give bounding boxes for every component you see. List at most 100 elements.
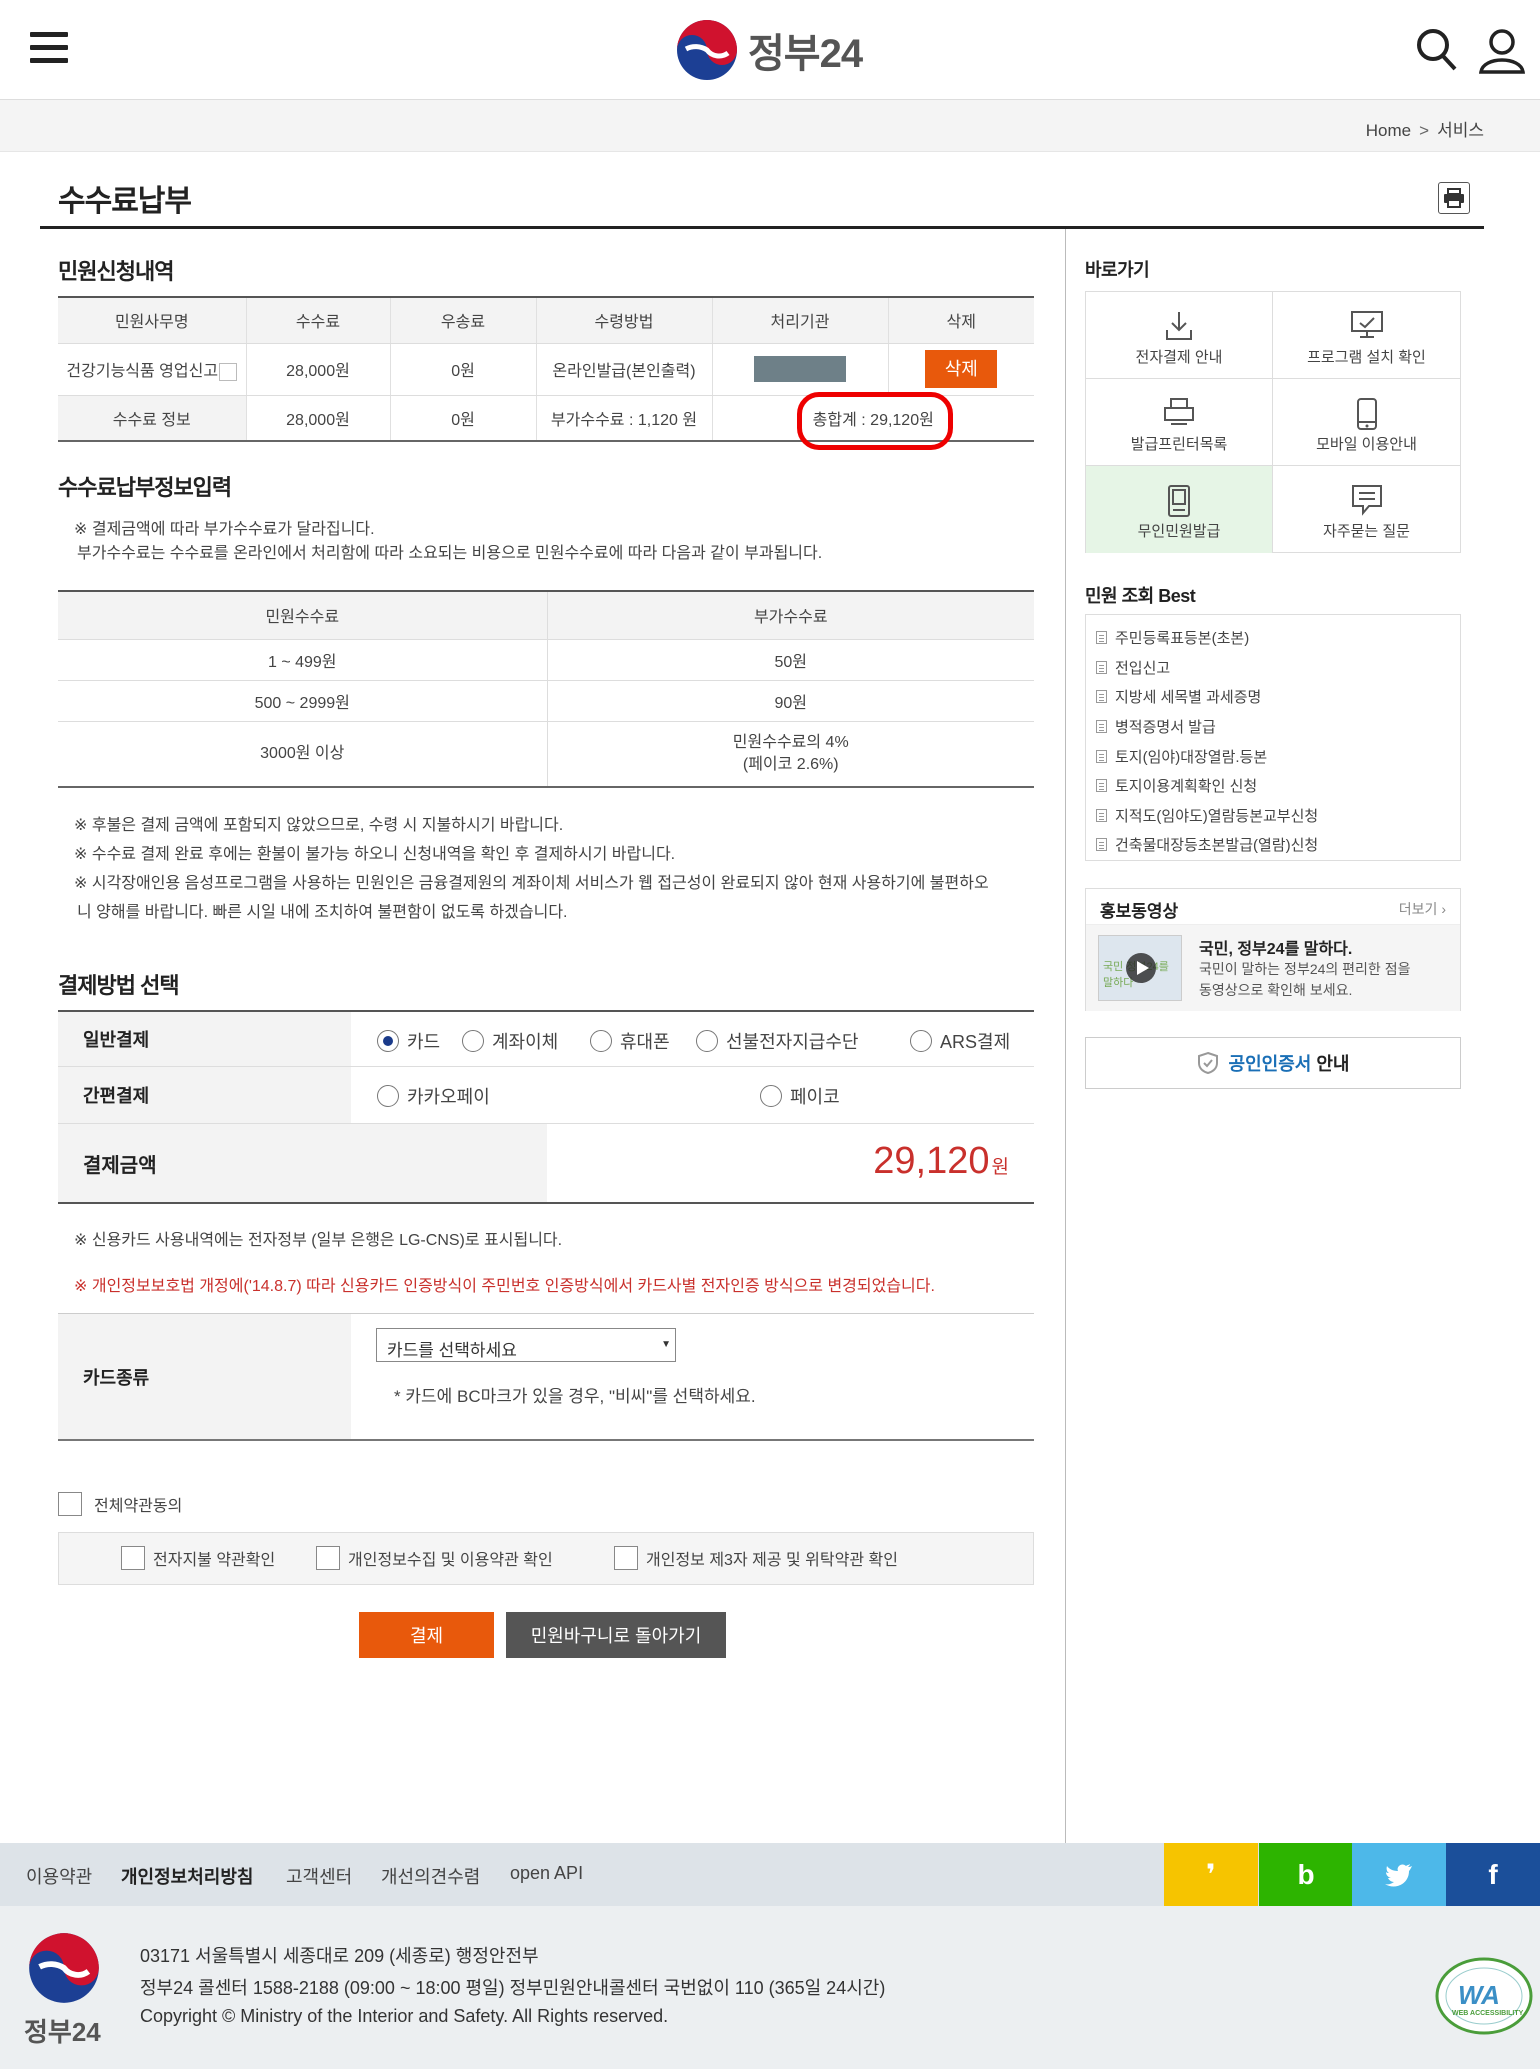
play-icon	[1126, 953, 1156, 983]
footer-link-privacy[interactable]: 개인정보처리방침	[121, 1863, 253, 1889]
radio-card[interactable]: 카드	[377, 1028, 440, 1054]
footer-link-terms[interactable]: 이용약관	[26, 1863, 92, 1889]
radio-kakaopay[interactable]: 카카오페이	[377, 1083, 490, 1109]
printer-icon	[1086, 397, 1272, 431]
agree-all-checkbox[interactable]: 전체약관동의	[58, 1492, 182, 1516]
payment-amount-row: 결제금액 29,120 원	[58, 1124, 1034, 1204]
quick-program-check[interactable]: 프로그램 설치 확인	[1273, 292, 1460, 379]
checkbox-icon	[58, 1492, 82, 1516]
list-item[interactable]: 토지(임야)대장열람.등본	[1086, 741, 1460, 771]
fee-info-shipping: 0원	[390, 395, 537, 442]
kiosk-icon	[1086, 484, 1272, 518]
fee-info-label: 수수료 정보	[58, 395, 247, 442]
menu-icon[interactable]	[30, 32, 68, 66]
footer-address: 03171 서울특별시 세종대로 209 (세종로) 행정안전부	[140, 1946, 539, 1966]
radio-mobile[interactable]: 휴대폰	[590, 1028, 670, 1054]
certificate-guide-button[interactable]: 공인인증서 안내	[1085, 1037, 1461, 1089]
list-item[interactable]: 지방세 세목별 과세증명	[1086, 682, 1460, 712]
list-item[interactable]: 토지이용계획확인 신청	[1086, 771, 1460, 801]
footer-link-feedback[interactable]: 개선의견수렴	[381, 1863, 480, 1889]
footer-link-openapi[interactable]: open API	[510, 1863, 583, 1884]
breadcrumb-home[interactable]: Home	[1366, 121, 1411, 140]
promo-thumbnail[interactable]: 국민 정부24를 말하다	[1098, 935, 1182, 1001]
quick-kiosk-issue[interactable]: 무인민원발급	[1086, 466, 1273, 553]
agree-epayment-checkbox[interactable]: 전자지불 약관확인	[121, 1546, 275, 1570]
simple-payment-row: 간편결제 카카오페이 페이코	[58, 1067, 1034, 1124]
blog-icon[interactable]: b	[1259, 1843, 1353, 1906]
extra-fee-value: 90원	[547, 680, 1034, 722]
wa-mark-subtext: WEB ACCESSIBILITY	[1452, 2010, 1524, 2017]
list-item[interactable]: 지적도(임야도)열람등본교부신청	[1086, 801, 1460, 831]
promo-title: 홍보동영상	[1100, 902, 1179, 921]
user-icon[interactable]	[1478, 28, 1526, 79]
twitter-icon[interactable]	[1352, 1843, 1446, 1906]
table-row: 3000원 이상 민원수수료의 4% (페이코 2.6%)	[58, 721, 1034, 788]
list-item[interactable]: 건축물대장등초본발급(열람)신청	[1086, 830, 1460, 860]
radio-icon	[910, 1030, 932, 1052]
payment-section-title: 결제방법 선택	[58, 973, 180, 998]
table-row: 1 ~ 499원 50원	[58, 639, 1034, 681]
notice-text: 니 양해를 바랍니다. 빠른 시일 내에 조치하여 불편함이 없도록 하겠습니다…	[77, 904, 568, 921]
promo-body[interactable]: 국민 정부24를 말하다 국민, 정부24를 말하다. 국민이 말하는 정부24…	[1086, 925, 1460, 1011]
list-item[interactable]: 전입신고	[1086, 653, 1460, 683]
quick-mobile-guide[interactable]: 모바일 이용안내	[1273, 379, 1460, 466]
promo-description: 국민이 말하는 정부24의 편리한 점을 동영상으로 확인해 보세요.	[1199, 961, 1411, 998]
radio-icon	[462, 1030, 484, 1052]
footer: 정부24 03171 서울특별시 세종대로 209 (세종로) 행정안전부 정부…	[0, 1906, 1540, 2069]
payment-method-area: 일반결제 카드 계좌이체 휴대폰 선불전자지급수단 ARS결제 간편결제 카카오…	[58, 1010, 1034, 1204]
agree-privacy-checkbox[interactable]: 개인정보수집 및 이용약관 확인	[316, 1546, 553, 1570]
application-section-title: 민원신청내역	[58, 259, 174, 284]
table-row: 500 ~ 2999원 90원	[58, 680, 1034, 722]
list-item[interactable]: 주민등록표등본(초본)	[1086, 623, 1460, 653]
receive-method: 온라인발급(본인출력)	[536, 343, 713, 396]
shipping-value: 0원	[390, 343, 537, 396]
breadcrumb: Home > 서비스	[1366, 116, 1484, 141]
search-icon[interactable]	[1416, 28, 1458, 77]
radio-prepaid[interactable]: 선불전자지급수단	[696, 1028, 858, 1054]
site-logo[interactable]: 정부24	[676, 18, 863, 82]
chevron-right-icon: >	[1419, 121, 1430, 140]
web-accessibility-badge: WA WEB ACCESSIBILITY	[1434, 1956, 1534, 2036]
footer-copyright: Copyright © Ministry of the Interior and…	[140, 2006, 669, 2026]
back-to-basket-button[interactable]: 민원바구니로 돌아가기	[506, 1612, 726, 1658]
column-header: 민원수수료	[58, 590, 548, 640]
agree-third-party-checkbox[interactable]: 개인정보 제3자 제공 및 위탁약관 확인	[614, 1546, 898, 1570]
column-header: 수수료	[246, 296, 391, 344]
privacy-law-note: ※ 개인정보보호법 개정에('14.8.7) 따라 신용카드 인증방식이 주민번…	[74, 1278, 935, 1295]
radio-bank-transfer[interactable]: 계좌이체	[462, 1028, 558, 1054]
quick-faq[interactable]: 자주묻는 질문	[1273, 466, 1460, 553]
shield-icon	[1197, 1051, 1218, 1075]
delete-cell: 삭제	[888, 343, 1034, 396]
quick-printer-list[interactable]: 발급프린터목록	[1086, 379, 1273, 466]
fee-input-section-title: 수수료납부정보입력	[58, 475, 232, 500]
facebook-icon[interactable]: f	[1446, 1843, 1540, 1906]
promo-more-link[interactable]: 더보기 ›	[1399, 899, 1446, 919]
list-item[interactable]: 병적증명서 발급	[1086, 712, 1460, 742]
card-type-select[interactable]: 카드를 선택하세요 ▼	[376, 1328, 676, 1362]
kakao-icon[interactable]: ❜	[1164, 1843, 1258, 1906]
general-payment-label: 일반결제	[58, 1012, 351, 1066]
radio-payco[interactable]: 페이코	[760, 1083, 840, 1109]
delete-button[interactable]: 삭제	[925, 350, 998, 388]
notice-text: ※ 후불은 결제 금액에 포함되지 않았으므로, 수령 시 지불하시기 바랍니다…	[74, 817, 564, 834]
footer-link-support[interactable]: 고객센터	[286, 1863, 352, 1889]
extra-fee-table: 민원수수료 부가수수료 1 ~ 499원 50원 500 ~ 2999원 90원…	[58, 590, 1034, 788]
column-header: 부가수수료	[547, 590, 1034, 640]
radio-ars[interactable]: ARS결제	[910, 1028, 1010, 1054]
quick-link-label: 자주묻는 질문	[1323, 523, 1410, 540]
extra-fee-value: 민원수수료의 4% (페이코 2.6%)	[547, 721, 1034, 788]
download-icon	[1086, 310, 1272, 344]
radio-icon	[590, 1030, 612, 1052]
print-button[interactable]	[1438, 182, 1470, 214]
column-header: 삭제	[888, 296, 1034, 344]
mobile-icon	[1273, 397, 1460, 431]
card-type-hint: * 카드에 BC마크가 있을 경우, "비씨"를 선택하세요.	[394, 1387, 756, 1406]
pay-button[interactable]: 결제	[359, 1612, 494, 1658]
simple-payment-label: 간편결제	[58, 1067, 351, 1123]
extra-fee-value: 50원	[547, 639, 1034, 681]
radio-icon	[760, 1085, 782, 1107]
breadcrumb-current[interactable]: 서비스	[1437, 121, 1484, 140]
document-icon	[1096, 808, 1107, 822]
quick-epayment-guide[interactable]: 전자결제 안내	[1086, 292, 1273, 379]
page-title: 수수료납부	[58, 185, 192, 218]
